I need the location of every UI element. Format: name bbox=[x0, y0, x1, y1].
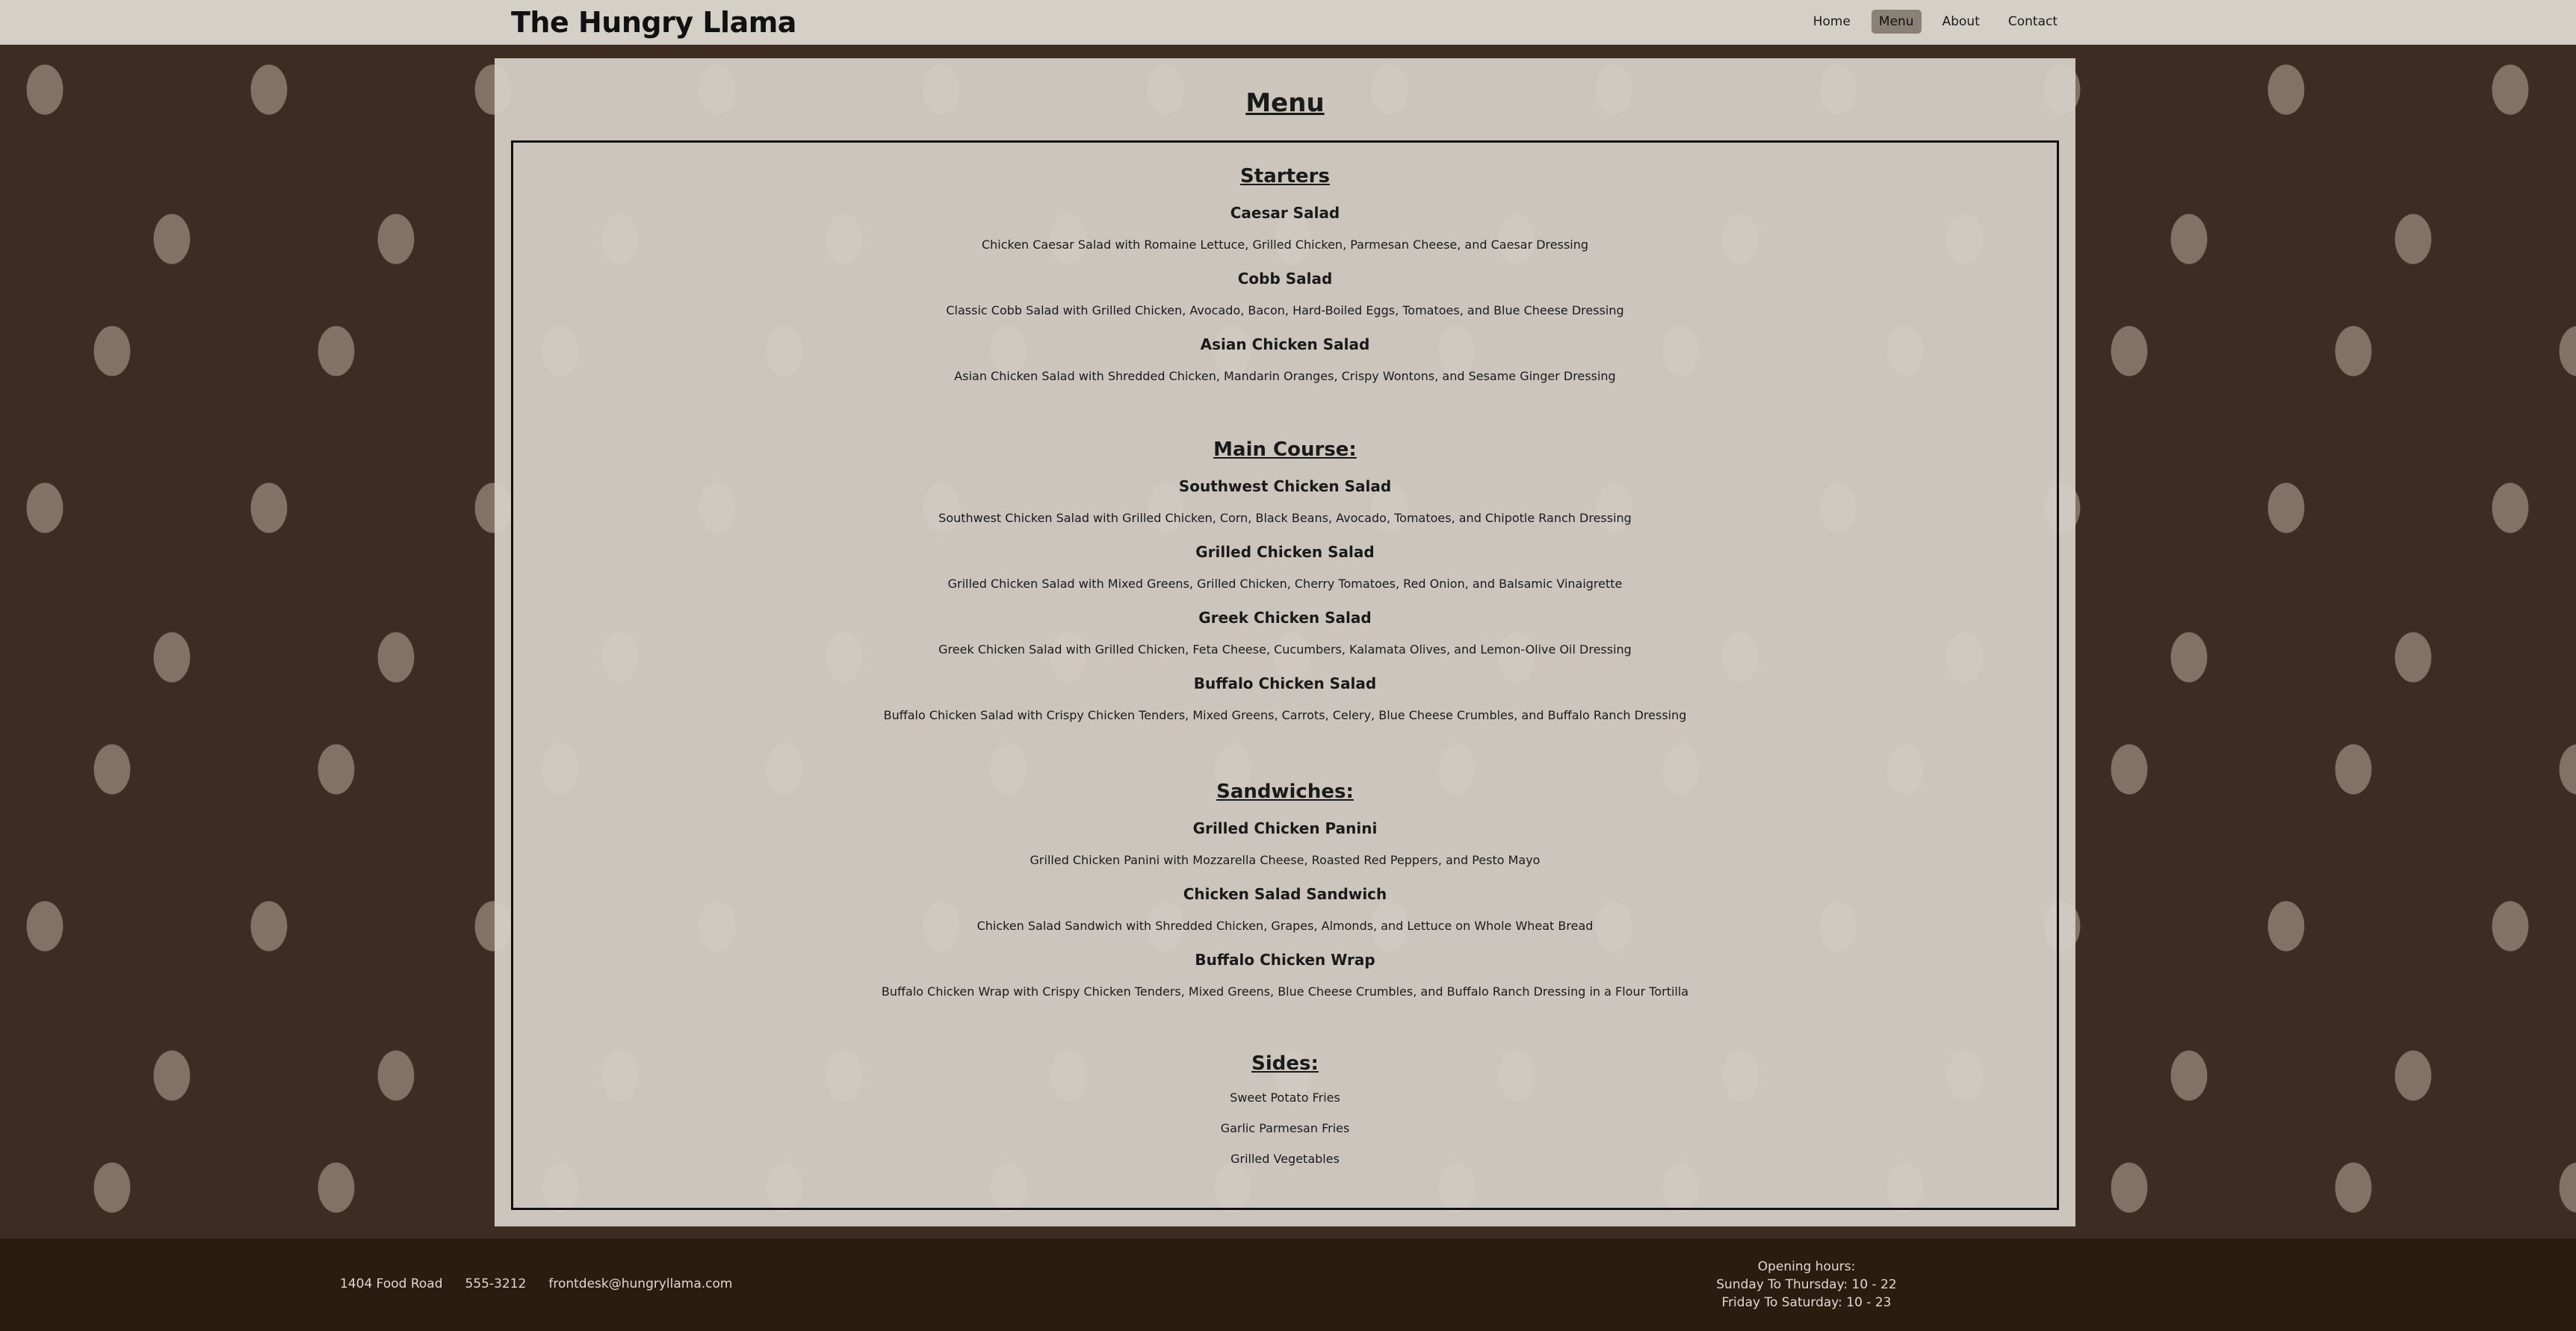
section-sandwiches: Sandwiches: Grilled Chicken Panini Grill… bbox=[513, 779, 2057, 1000]
section-sides: Sides: Sweet Potato Fries Garlic Parmesa… bbox=[513, 1051, 2057, 1167]
menu-item-description: Asian Chicken Salad with Shredded Chicke… bbox=[954, 369, 1616, 383]
nav-contact-link[interactable]: Contact bbox=[2001, 10, 2065, 34]
section-title-sides: Sides: bbox=[1251, 1052, 1319, 1075]
menu-item-description: Grilled Chicken Salad with Mixed Greens,… bbox=[947, 577, 1623, 591]
side-item: Grilled Vegetables bbox=[1230, 1152, 1340, 1166]
menu-item-description: Buffalo Chicken Salad with Crispy Chicke… bbox=[883, 708, 1687, 722]
section-title-main-course: Main Course: bbox=[1213, 438, 1357, 461]
menu-item-name: Southwest Chicken Salad bbox=[1178, 477, 1392, 495]
menu-item-description: Greek Chicken Salad with Grilled Chicken… bbox=[938, 642, 1632, 657]
menu-item-description: Buffalo Chicken Wrap with Crispy Chicken… bbox=[881, 984, 1689, 999]
hours-weekend: Friday To Saturday: 10 - 23 bbox=[1721, 1295, 1892, 1310]
section-title-sandwiches: Sandwiches: bbox=[1216, 781, 1354, 803]
side-item: Sweet Potato Fries bbox=[1230, 1090, 1340, 1105]
section-title-starters: Starters bbox=[1240, 165, 1330, 187]
site-footer: 1404 Food Road 555-3212 frontdesk@hungry… bbox=[0, 1238, 2576, 1331]
hours-weekday: Sunday To Thursday: 10 - 22 bbox=[1716, 1277, 1897, 1292]
menu-item-name: Caesar Salad bbox=[1230, 204, 1340, 222]
menu-item-name: Asian Chicken Salad bbox=[1200, 335, 1370, 353]
section-main-course: Main Course: Southwest Chicken Salad Sou… bbox=[513, 437, 2057, 724]
menu-item-name: Grilled Chicken Salad bbox=[1195, 543, 1375, 561]
nav-home-link[interactable]: Home bbox=[1806, 10, 1858, 34]
nav-menu-link[interactable]: Menu bbox=[1871, 10, 1922, 34]
hours-title: Opening hours: bbox=[1757, 1259, 1856, 1274]
menu-item-name: Buffalo Chicken Wrap bbox=[1195, 951, 1375, 969]
section-starters: Starters Caesar Salad Chicken Caesar Sal… bbox=[513, 164, 2057, 385]
page-title: Menu bbox=[1245, 88, 1325, 118]
footer-email[interactable]: frontdesk@hungryllama.com bbox=[548, 1276, 732, 1292]
opening-hours: Opening hours: Sunday To Thursday: 10 - … bbox=[1694, 1258, 1919, 1312]
footer-address: 1404 Food Road bbox=[340, 1276, 443, 1291]
menu-item-description: Classic Cobb Salad with Grilled Chicken,… bbox=[946, 303, 1624, 317]
menu-panel: Menu Starters Caesar Salad Chicken Caesa… bbox=[495, 58, 2075, 1226]
menu-item-description: Chicken Salad Sandwich with Shredded Chi… bbox=[976, 919, 1594, 933]
footer-contact: 1404 Food Road 555-3212 frontdesk@hungry… bbox=[340, 1276, 732, 1292]
menu-item-name: Cobb Salad bbox=[1237, 270, 1333, 288]
site-header: The Hungry Llama Home Menu About Contact bbox=[0, 0, 2576, 45]
site-title[interactable]: The Hungry Llama bbox=[511, 3, 796, 42]
menu-item-description: Grilled Chicken Panini with Mozzarella C… bbox=[1030, 853, 1541, 867]
menu-item-name: Grilled Chicken Panini bbox=[1192, 819, 1378, 837]
side-item: Garlic Parmesan Fries bbox=[1220, 1121, 1350, 1135]
nav-about-link[interactable]: About bbox=[1935, 10, 1987, 34]
menu-item-name: Chicken Salad Sandwich bbox=[1183, 885, 1387, 903]
menu-item-name: Greek Chicken Salad bbox=[1198, 609, 1372, 627]
menu-item-name: Buffalo Chicken Salad bbox=[1193, 674, 1377, 692]
menu-list-box: Starters Caesar Salad Chicken Caesar Sal… bbox=[511, 140, 2059, 1210]
main-nav: Home Menu About Contact bbox=[1806, 10, 2065, 34]
menu-item-description: Southwest Chicken Salad with Grilled Chi… bbox=[938, 511, 1632, 525]
footer-phone: 555-3212 bbox=[465, 1276, 527, 1291]
menu-item-description: Chicken Caesar Salad with Romaine Lettuc… bbox=[981, 238, 1589, 252]
